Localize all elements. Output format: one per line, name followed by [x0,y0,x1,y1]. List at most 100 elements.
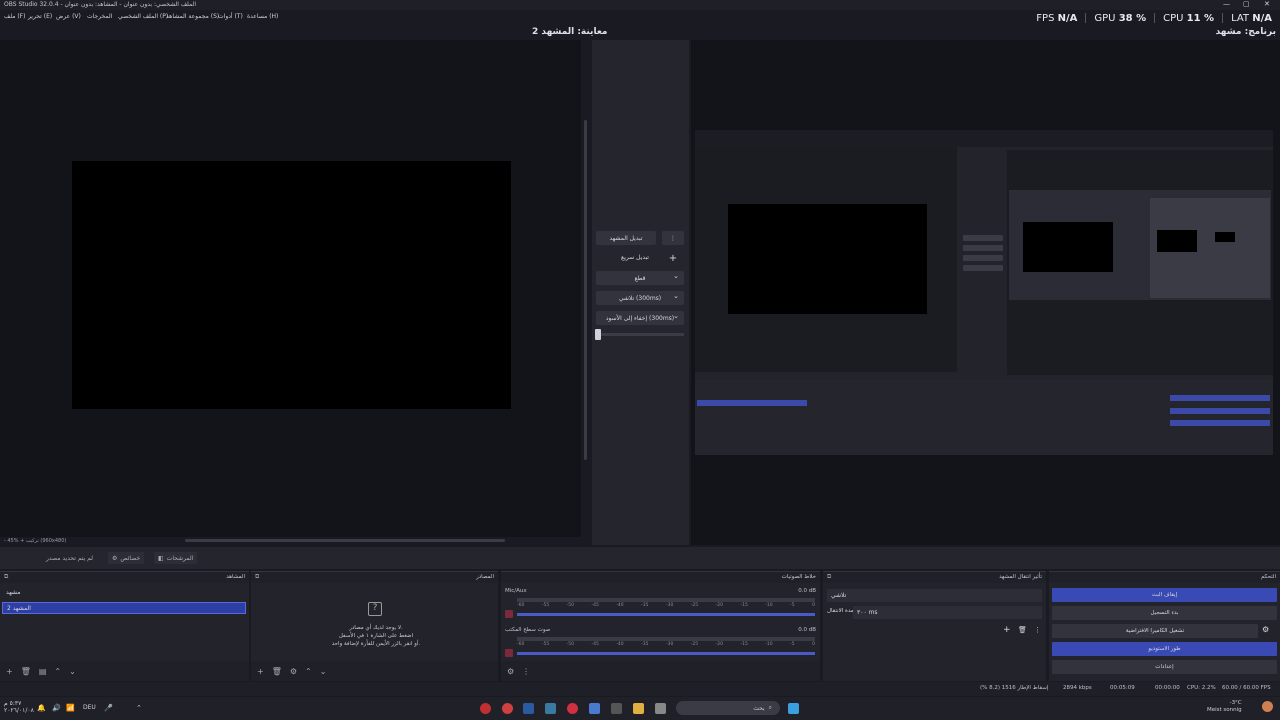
source-settings-icon[interactable]: ⚙ [290,667,297,676]
move-down-icon[interactable]: ⌄ [69,667,76,676]
virtual-camera-settings-icon[interactable]: ⚙ [1262,625,1269,634]
cpu-usage: CPU: 2.2% [1187,685,1216,691]
studio-mode-button[interactable]: طور الاستوديو [1052,642,1277,656]
sources-float-icon[interactable]: ⧉ [255,573,259,581]
program-label: برنامج: مشهد [1215,27,1276,37]
mixer-settings-icon[interactable]: ⚙ [507,667,514,676]
quick-transition-fade-black[interactable]: إخفاء إلى الأسود (300ms) [596,311,684,325]
transitions-float-icon[interactable]: ⧉ [827,573,831,581]
status-bar: إسقاط الإطار 1516 (8.2 %) 2894 kbps 00:0… [0,682,1280,696]
add-scene-icon[interactable]: + [6,667,13,676]
volume-icon[interactable]: 🔊 [52,704,61,712]
menu-view[interactable]: عرض (V) [56,13,81,20]
transition-menu-icon[interactable]: ⋮ [1034,626,1041,634]
menu-edit[interactable]: تحرير (E) [28,13,52,20]
file-explorer-icon[interactable] [633,703,644,714]
sources-dock: المصادر ⧉ ? لا يوجد لديك أي مصادر. اضغط ع… [251,571,498,681]
mic-mute-icon[interactable] [505,610,513,618]
taskbar-search[interactable]: بحث ⌕ [676,701,780,715]
transition-duration-label: مدة الانتقال [827,608,854,614]
preview-pane[interactable] [0,40,581,537]
cpu-stat: CPU 11 % [1163,12,1215,24]
wifi-icon[interactable]: 📶 [66,704,75,712]
add-quick-transition-icon[interactable]: + [662,251,684,265]
zoom-control[interactable]: - 45% + تركيب (960x480) [4,538,66,544]
desktop-mute-icon[interactable] [505,649,513,657]
remove-scene-icon[interactable]: 🗑 [21,667,31,676]
menu-scene-collection[interactable]: مجموعة المشاهد (S) [166,13,219,20]
transition-duration-input[interactable]: ٣٠٠ ms [853,606,1042,619]
weather-widget[interactable]: -3°C Meist sonnig [1207,700,1242,714]
mixer-menu-icon[interactable]: ⋮ [522,667,530,676]
stats-bar: FPS N/A GPU 38 % CPU 11 % LAT N/A [1036,10,1272,26]
preview-vertical-scrollbar[interactable] [584,120,587,460]
fps-readout: 60.00 / 60.00 FPS [1222,685,1271,691]
scenes-float-icon[interactable]: ⧉ [4,573,8,581]
app-icon[interactable] [545,703,556,714]
scene-filters-icon[interactable]: ▤ [39,667,47,676]
filter-icon: ◧ [158,554,164,562]
settings-button[interactable]: إعدادات [1052,660,1277,674]
menu-profile[interactable]: الملف الشخصي (P) [118,13,168,20]
mic-aux-ticks: -60 -55 -50 -45 -40 -35 -30 -25 -20 -15 -10 -5 0 [517,603,815,608]
start-record-button[interactable]: بدء التسجيل [1052,606,1277,620]
menu-tools[interactable]: أدوات (T) [218,13,243,20]
steam-icon[interactable] [523,703,534,714]
scenes-footer: + 🗑 ▤ ⌃ ⌄ [0,661,249,681]
task-view-icon[interactable] [655,703,666,714]
obs-taskbar-icon[interactable] [480,703,491,714]
title-bar: OBS Studio 32.0.4 - الملف الشخصي: بدون ع… [0,0,1280,10]
settings-app-icon[interactable] [611,703,622,714]
move-up-icon[interactable]: ⌃ [54,667,61,676]
editor-icon[interactable] [589,703,600,714]
maximize-button[interactable]: ▢ [1243,0,1250,8]
desktop-audio-volume-slider[interactable] [517,652,815,655]
mic-aux-meter [517,598,815,602]
preview-canvas[interactable] [72,161,511,409]
record-app-icon[interactable] [502,703,513,714]
scenes-dock: المشاهد ⧉ مشهد المشهد 2 + 🗑 ▤ ⌃ ⌄ [0,571,249,681]
weather-icon[interactable] [1262,701,1273,712]
mic-aux-db: 0.0 dB [798,588,816,594]
transition-select[interactable]: تلاشي [827,589,1042,602]
windows-start-icon[interactable] [788,703,799,714]
streaming-time: 00:00:00 [1155,685,1180,691]
scene-item-selected[interactable]: المشهد 2 [2,602,246,614]
minimize-button[interactable]: — [1223,0,1230,8]
add-source-icon[interactable]: + [257,667,264,676]
window-title: OBS Studio 32.0.4 - الملف الشخصي: بدون ع… [4,1,197,8]
opera-icon[interactable] [567,703,578,714]
properties-button[interactable]: ⚙ خصائص [108,552,145,564]
microphone-icon[interactable]: 🎤 [104,704,113,712]
source-up-icon[interactable]: ⌃ [305,667,312,676]
clock[interactable]: ٥:٣٧ م ٢٠٢٦/٠١/٠٨ [4,700,34,714]
remove-transition-icon[interactable]: 🗑 [1018,626,1027,634]
language-indicator[interactable]: DEU [83,704,96,711]
transition-menu-icon[interactable]: ⋮ [662,231,684,245]
scene-item[interactable]: مشهد [2,587,246,599]
menu-help[interactable]: مساعدة (H) [247,13,278,20]
add-transition-icon[interactable]: + [1003,625,1011,635]
program-output-image [695,130,1273,455]
transition-slider-track [596,333,684,336]
question-icon: ? [368,602,382,616]
scenes-dock-title: المشاهد [226,574,245,580]
quick-transition-fade[interactable]: تلاشي (300ms) [596,291,684,305]
notification-icon[interactable]: 🔔 [37,704,46,712]
menu-outputs[interactable]: المخرجات [87,13,112,20]
stop-stream-button[interactable]: إيقاف البث [1052,588,1277,602]
controls-dock-title: التحكم [1260,574,1276,580]
virtual-camera-button[interactable]: تشغيل الكاميرا الافتراضية [1052,624,1258,638]
mic-aux-name: Mic/Aux [505,588,527,594]
close-button[interactable]: ✕ [1264,0,1270,8]
remove-source-icon[interactable]: 🗑 [272,667,282,676]
filters-button[interactable]: ◧ المرشحات [154,552,198,564]
transition-button[interactable]: تبديل المشهد [596,231,656,245]
transition-slider-handle[interactable] [595,329,601,340]
quick-transition-cut[interactable]: قطع [596,271,684,285]
source-down-icon[interactable]: ⌄ [320,667,327,676]
mic-aux-volume-slider[interactable] [517,613,815,616]
preview-horizontal-scrollbar[interactable] [185,539,505,542]
tray-chevron-icon[interactable]: ⌃ [136,704,142,712]
menu-file[interactable]: ملف (F) [4,13,25,20]
